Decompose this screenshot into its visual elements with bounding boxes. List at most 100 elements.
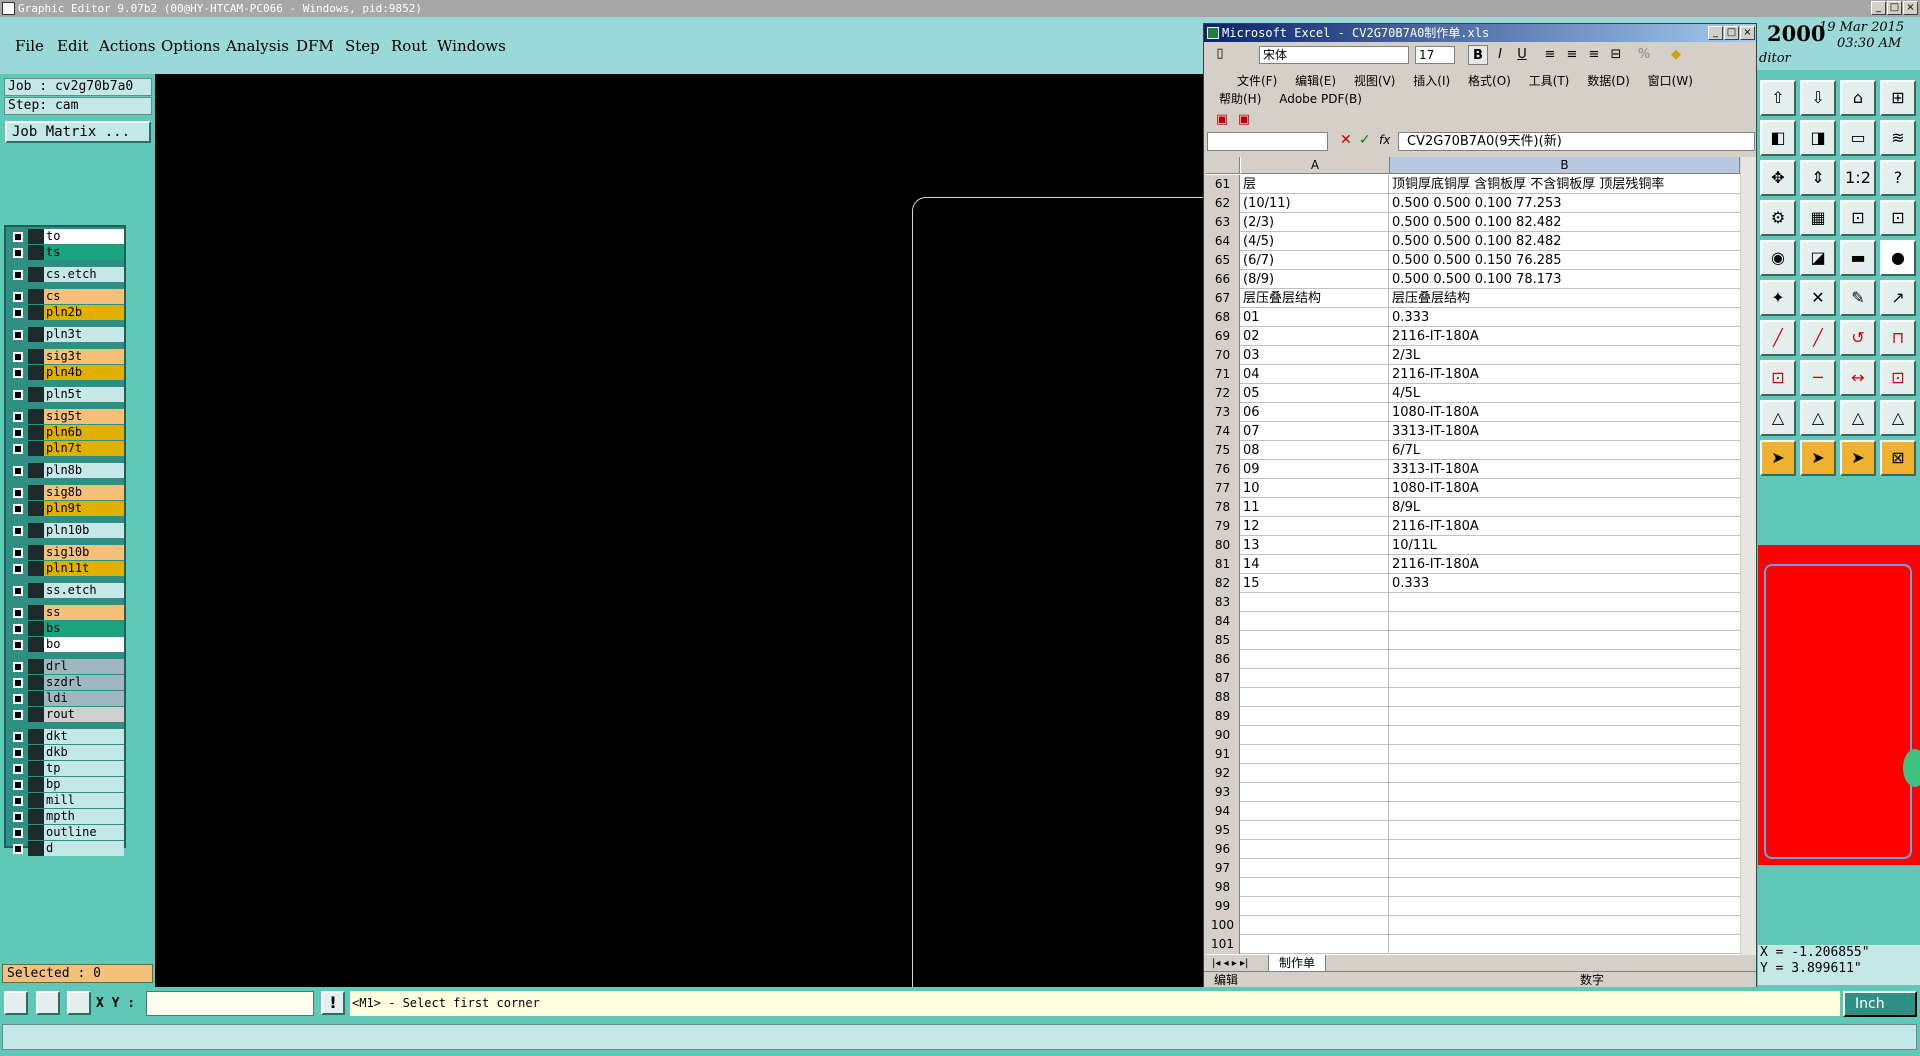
row-header[interactable]: 99 xyxy=(1206,897,1240,916)
font-select[interactable]: 宋体 xyxy=(1259,46,1409,64)
layer-checkbox[interactable] xyxy=(13,248,23,258)
row-header[interactable]: 62 xyxy=(1206,194,1240,213)
cell-a[interactable]: 层压叠层结构 xyxy=(1241,289,1389,308)
row-header[interactable]: 69 xyxy=(1206,327,1240,346)
row-header[interactable]: 63 xyxy=(1206,213,1240,232)
arrow-icon[interactable]: ↗ xyxy=(1880,280,1916,316)
cell-b[interactable]: 1080-IT-180A xyxy=(1390,403,1740,422)
layer-checkbox[interactable] xyxy=(13,308,23,318)
row-header[interactable]: 88 xyxy=(1206,688,1240,707)
align-right-icon[interactable]: ≡ xyxy=(1584,45,1604,65)
cell-a[interactable]: 02 xyxy=(1241,327,1389,346)
row-header[interactable]: 91 xyxy=(1206,745,1240,764)
cell-a[interactable]: 15 xyxy=(1241,574,1389,593)
pointer-b-icon[interactable]: ➤ xyxy=(1800,440,1836,476)
route-icon[interactable]: ⊠ xyxy=(1880,440,1916,476)
cell-b[interactable] xyxy=(1390,745,1740,764)
menu-step[interactable]: Step xyxy=(345,37,380,55)
cell-a[interactable]: 11 xyxy=(1241,498,1389,517)
cell-a[interactable] xyxy=(1241,669,1389,688)
layer-checkbox[interactable] xyxy=(13,352,23,362)
line2-icon[interactable]: ╱ xyxy=(1800,320,1836,356)
cell-b[interactable] xyxy=(1390,878,1740,897)
layer-row-outline[interactable]: outline xyxy=(8,825,124,840)
cell-b[interactable] xyxy=(1390,821,1740,840)
cell-b[interactable]: 层压叠层结构 xyxy=(1390,289,1740,308)
zoom-v-icon[interactable]: ⇕ xyxy=(1800,160,1836,196)
menu-options[interactable]: Options xyxy=(161,37,220,55)
excel-close-button[interactable]: × xyxy=(1740,26,1755,40)
menu-file[interactable]: File xyxy=(15,37,44,55)
row-header[interactable]: 93 xyxy=(1206,783,1240,802)
layer-checkbox[interactable] xyxy=(13,444,23,454)
layer-checkbox[interactable] xyxy=(13,844,23,854)
layer-row-pln6b[interactable]: pln6b xyxy=(8,425,124,440)
cell-b[interactable] xyxy=(1390,840,1740,859)
copy-icon[interactable]: ▭ xyxy=(1840,120,1876,156)
layer-checkbox[interactable] xyxy=(13,662,23,672)
row-header[interactable]: 94 xyxy=(1206,802,1240,821)
xl-menu-adobe-pdf[interactable]: Adobe PDF(B) xyxy=(1279,92,1362,106)
unit-select[interactable]: Inch xyxy=(1843,991,1917,1017)
row-header[interactable]: 92 xyxy=(1206,764,1240,783)
menu-edit[interactable]: Edit xyxy=(57,37,88,55)
cell-b[interactable]: 0.333 xyxy=(1390,308,1740,327)
confirm-formula-icon[interactable]: ✓ xyxy=(1359,132,1371,148)
layer-checkbox[interactable] xyxy=(13,608,23,618)
help-icon[interactable]: ? xyxy=(1880,160,1916,196)
cell-b[interactable] xyxy=(1390,612,1740,631)
select-icon[interactable]: ⊡ xyxy=(1760,360,1796,396)
cell-b[interactable]: 2116-IT-180A xyxy=(1390,555,1740,574)
layer-row-pln3t[interactable]: pln3t xyxy=(8,327,124,342)
layer-row-pln4b[interactable]: pln4b xyxy=(8,365,124,380)
fill-color-icon[interactable]: ◆ xyxy=(1666,45,1686,65)
dot-icon[interactable]: ● xyxy=(1880,240,1916,276)
wave-icon[interactable]: ≋ xyxy=(1880,120,1916,156)
layer-checkbox[interactable] xyxy=(13,624,23,634)
column-header-b[interactable]: B xyxy=(1390,157,1740,174)
layer-checkbox[interactable] xyxy=(13,710,23,720)
bold-button[interactable]: B xyxy=(1468,45,1488,65)
cell-b[interactable]: 2116-IT-180A xyxy=(1390,365,1740,384)
row-header[interactable]: 74 xyxy=(1206,422,1240,441)
layer-row-pln8b[interactable]: pln8b xyxy=(8,463,124,478)
cell-a[interactable] xyxy=(1241,631,1389,650)
percent-icon[interactable]: % xyxy=(1634,45,1654,65)
layer-row-ts[interactable]: ts xyxy=(8,245,124,260)
layer-row-cs.etch[interactable]: cs.etch xyxy=(8,267,124,282)
graphic-canvas[interactable] xyxy=(155,74,1310,1026)
layer-row-pln10b[interactable]: pln10b xyxy=(8,523,124,538)
cell-b[interactable]: 0.500 0.500 0.150 76.285 xyxy=(1390,251,1740,270)
font-size-select[interactable]: 17 xyxy=(1415,46,1455,64)
cell-a[interactable]: 03 xyxy=(1241,346,1389,365)
home-icon[interactable]: ⌂ xyxy=(1840,80,1876,116)
merge-icon[interactable]: ⊓ xyxy=(1880,320,1916,356)
function-icon[interactable]: fx xyxy=(1379,133,1390,147)
layout-icon[interactable]: ⊞ xyxy=(1880,80,1916,116)
layer-row-ldi[interactable]: ldi xyxy=(8,691,124,706)
edit-icon[interactable]: ✎ xyxy=(1840,280,1876,316)
cell-b[interactable] xyxy=(1390,935,1740,954)
measure-icon[interactable] xyxy=(36,991,60,1015)
alert-icon[interactable]: ! xyxy=(321,991,345,1015)
prev-icon[interactable]: ◧ xyxy=(1760,120,1796,156)
cancel-formula-icon[interactable]: ✕ xyxy=(1340,132,1352,148)
formula-bar[interactable]: CV2G70B7A0(9天件)(新) xyxy=(1398,132,1755,151)
row-header[interactable]: 82 xyxy=(1206,574,1240,593)
cell-b[interactable]: 3313-IT-180A xyxy=(1390,422,1740,441)
minimap[interactable] xyxy=(1758,545,1920,865)
cell-a[interactable] xyxy=(1241,726,1389,745)
xy-input[interactable] xyxy=(146,991,314,1016)
layer-checkbox[interactable] xyxy=(13,330,23,340)
row-header[interactable]: 89 xyxy=(1206,707,1240,726)
cell-a[interactable]: 12 xyxy=(1241,517,1389,536)
layer-row-pln9t[interactable]: pln9t xyxy=(8,501,124,516)
snap-icon[interactable] xyxy=(4,991,28,1015)
cell-a[interactable] xyxy=(1241,688,1389,707)
cell-a[interactable] xyxy=(1241,821,1389,840)
job-matrix-button[interactable]: Job Matrix ... xyxy=(5,121,151,143)
layer-checkbox[interactable] xyxy=(13,828,23,838)
save-icon[interactable]: ⇩ xyxy=(1800,80,1836,116)
layer-row-ss.etch[interactable]: ss.etch xyxy=(8,583,124,598)
sheet-nav-icon[interactable]: |◂ ◂ ▸ ▸| xyxy=(1212,955,1248,972)
